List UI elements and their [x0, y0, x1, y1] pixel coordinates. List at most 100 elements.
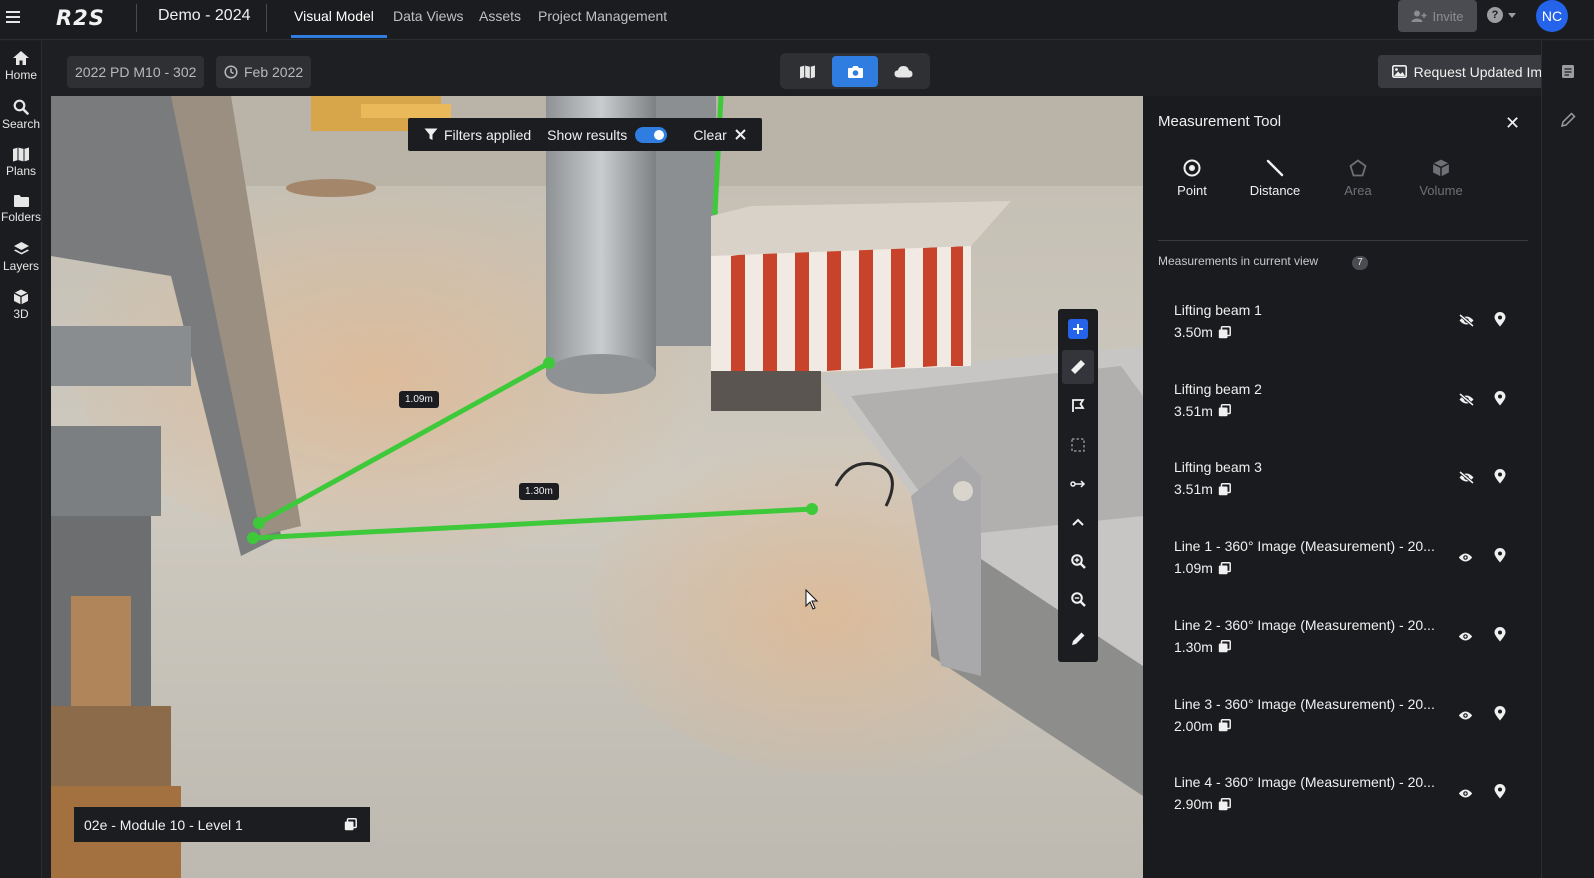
ruler-icon	[1071, 360, 1085, 374]
measurement-label[interactable]: 1.30m	[519, 483, 559, 500]
eye-icon[interactable]	[1458, 708, 1473, 726]
measurement-list-item[interactable]: Line 2 - 360° Image (Measurement) - 20..…	[1158, 607, 1528, 686]
pencil-icon[interactable]	[1561, 112, 1576, 127]
measurement-value-row: 3.50m	[1174, 324, 1231, 340]
eye-slash-icon[interactable]	[1458, 471, 1475, 489]
copy-icon[interactable]	[344, 818, 357, 831]
measurement-list-item[interactable]: Lifting beam 1 3.50m	[1158, 292, 1528, 371]
show-results-toggle[interactable]	[635, 126, 668, 143]
measure-tool-button[interactable]	[1062, 350, 1094, 384]
location-pin-icon[interactable]	[1494, 548, 1506, 568]
sidebar-item-home[interactable]: Home	[0, 50, 42, 82]
copy-icon[interactable]	[1218, 797, 1231, 811]
tab-project-management[interactable]: Project Management	[538, 8, 667, 24]
clear-filters-label[interactable]: Clear	[693, 127, 726, 143]
tool-area[interactable]: Area	[1326, 159, 1390, 198]
measurement-value: 2.00m	[1174, 717, 1213, 734]
close-icon[interactable]	[735, 129, 746, 140]
measurement-name: Lifting beam 3	[1174, 459, 1262, 476]
sidebar-item-plans[interactable]: Plans	[0, 147, 42, 178]
measurement-list-item[interactable]: Line 4 - 360° Image (Measurement) - 20..…	[1158, 764, 1528, 843]
eye-slash-icon[interactable]	[1458, 313, 1475, 332]
close-icon[interactable]: ✕	[1505, 113, 1520, 134]
zoom-in-button[interactable]	[1062, 544, 1094, 578]
active-tab-indicator	[291, 35, 387, 38]
measurement-name: Line 3 - 360° Image (Measurement) - 20..…	[1174, 695, 1435, 712]
zoom-out-button[interactable]	[1062, 582, 1094, 616]
measurement-value: 1.09m	[1174, 560, 1213, 577]
filters-applied-label[interactable]: Filters applied	[444, 127, 531, 143]
scan-selector[interactable]: 2022 PD M10 - 302	[67, 56, 205, 88]
viewer-toolbar: 2022 PD M10 - 302 Feb 2022 Request Updat…	[53, 41, 1586, 94]
sidebar-item-layers[interactable]: Layers	[0, 241, 42, 273]
chevron-down-icon[interactable]	[1508, 13, 1516, 18]
location-pin-icon[interactable]	[1494, 390, 1506, 411]
link-button[interactable]	[1062, 467, 1094, 501]
select-area-button[interactable]	[1062, 428, 1094, 462]
copy-icon[interactable]	[1218, 404, 1231, 417]
eye-slash-icon[interactable]	[1458, 392, 1475, 411]
measurement-list-item[interactable]: Line 1 - 360° Image (Measurement) - 20..…	[1158, 528, 1528, 607]
layers-icon	[13, 242, 29, 255]
measurement-list-item[interactable]: Lifting beam 2 3.51m	[1158, 371, 1528, 450]
sidebar-item-label: Home	[4, 68, 37, 82]
help-icon[interactable]: ?	[1487, 7, 1503, 23]
sidebar-item-3d[interactable]: 3D	[0, 289, 42, 321]
measurement-value: 2.90m	[1174, 796, 1213, 813]
tool-point[interactable]: Point	[1160, 159, 1224, 198]
panorama-image[interactable]	[51, 96, 1143, 878]
panorama-viewer[interactable]: Filters applied Show results Clear 1.09m…	[51, 96, 1143, 878]
user-avatar[interactable]: NC	[1536, 0, 1568, 32]
measurement-label[interactable]: 1.09m	[399, 391, 439, 408]
sidebar-item-label: 3D	[13, 307, 29, 321]
location-pin-icon[interactable]	[1494, 784, 1506, 804]
date-selector[interactable]: Feb 2022	[216, 56, 312, 88]
notes-icon[interactable]	[1561, 64, 1575, 79]
copy-icon[interactable]	[1218, 719, 1231, 732]
location-pin-icon[interactable]	[1494, 626, 1506, 647]
zoom-in-icon	[1070, 553, 1086, 569]
copy-icon[interactable]	[1218, 325, 1231, 339]
clock-icon	[224, 65, 238, 79]
sidebar-item-folders[interactable]: Folders	[0, 194, 42, 224]
invite-button[interactable]: Invite	[1398, 0, 1477, 32]
tool-volume[interactable]: Volume	[1409, 159, 1473, 198]
measurement-value-row: 1.30m	[1174, 639, 1231, 655]
eye-icon[interactable]	[1458, 550, 1473, 568]
eye-icon[interactable]	[1458, 786, 1473, 804]
measurement-name: Line 1 - 360° Image (Measurement) - 20..…	[1174, 538, 1435, 555]
area-icon	[1349, 159, 1367, 177]
measurement-value-row: 2.90m	[1174, 796, 1231, 812]
image-view-button[interactable]	[832, 56, 878, 87]
zoom-out-icon	[1070, 591, 1086, 607]
copy-icon[interactable]	[1218, 640, 1231, 653]
tab-data-views[interactable]: Data Views	[393, 8, 464, 24]
show-results-label: Show results	[547, 126, 628, 143]
sidebar-item-search[interactable]: Search	[0, 99, 42, 131]
draw-button[interactable]	[1062, 621, 1094, 655]
tab-assets[interactable]: Assets	[479, 8, 521, 24]
eye-icon[interactable]	[1458, 629, 1473, 647]
location-pin-icon[interactable]	[1494, 705, 1506, 726]
measurement-list-item[interactable]: Line 3 - 360° Image (Measurement) - 20..…	[1158, 686, 1528, 765]
measurement-list-item[interactable]: Lifting beam 3 3.51m	[1158, 449, 1528, 528]
measurement-count-badge: 7	[1352, 256, 1368, 270]
tab-visual-model[interactable]: Visual Model	[294, 8, 374, 24]
collapse-button[interactable]	[1062, 505, 1094, 539]
map-view-button[interactable]	[784, 56, 830, 87]
app-logo[interactable]: R2S	[56, 6, 105, 30]
point-cloud-view-button[interactable]	[880, 56, 926, 87]
annotate-button[interactable]	[1062, 389, 1094, 423]
add-button[interactable]	[1062, 312, 1094, 346]
location-pin-icon[interactable]	[1494, 469, 1506, 489]
location-pin-icon[interactable]	[1494, 312, 1506, 332]
hamburger-menu-icon[interactable]	[6, 8, 22, 30]
copy-icon[interactable]	[1218, 561, 1231, 575]
copy-icon[interactable]	[1218, 482, 1231, 496]
tool-distance[interactable]: Distance	[1243, 159, 1307, 198]
cloud-icon	[894, 66, 912, 78]
view-mode-switcher	[780, 53, 930, 89]
date-selector-label: Feb 2022	[244, 64, 304, 80]
project-title[interactable]: Demo - 2024	[158, 7, 251, 25]
map-icon	[13, 147, 29, 162]
